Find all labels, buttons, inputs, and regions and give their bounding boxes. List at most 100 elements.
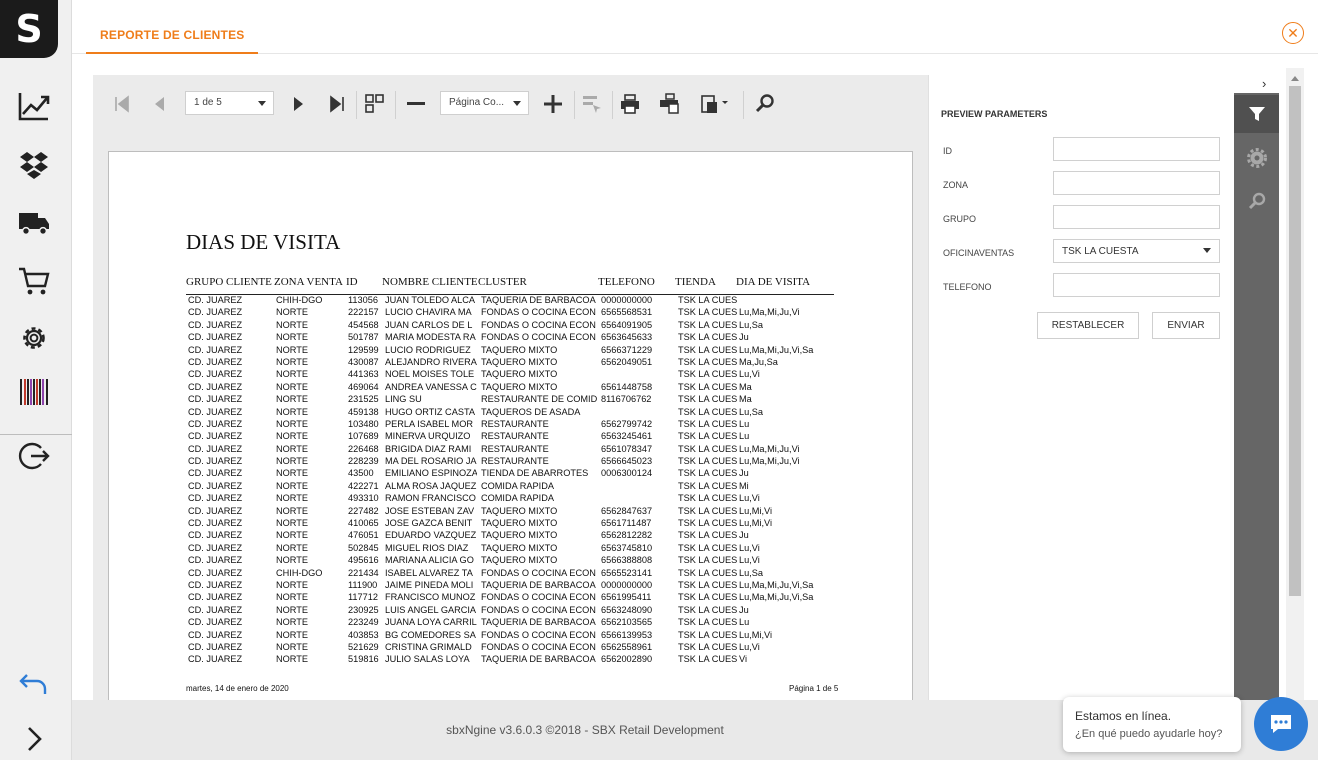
previous-page-button[interactable] [147,91,173,117]
export-button[interactable] [695,91,733,117]
table-cell: CD. JUAREZ [188,530,243,541]
table-cell: NORTE [276,629,308,640]
table-cell: 6561711487 [601,518,652,529]
app-logo[interactable]: S [0,0,58,58]
table-cell: CD. JUAREZ [188,480,243,491]
table-row: CD. JUAREZ NORTE 43500 EMILIANO ESPINOZA TIE… [186,468,846,480]
highlight-editing-button[interactable] [579,91,605,117]
sidebar-item-sales[interactable] [14,263,54,299]
sidebar-item-deliveries[interactable] [14,204,54,240]
table-row: CD. JUAREZ NORTE 227482 JOSE ESTEBAN ZAV TAQ… [186,506,846,518]
scrollbar-thumb[interactable] [1289,86,1301,596]
collapse-panel-button[interactable]: › [1262,76,1266,91]
print-page-button[interactable] [656,91,682,117]
zoom-in-button[interactable] [540,91,566,117]
table-cell: 410065 [348,518,379,529]
table-cell: NORTE [276,369,308,380]
table-row: CD. JUAREZ NORTE 231525 LING SU RESTAURANTE … [186,394,846,406]
table-cell: 6564091905 [601,319,653,330]
column-header: DIA DE VISITA [736,276,811,288]
param-input-zona[interactable] [1053,171,1220,195]
table-cell: TSK LA CUES [678,567,738,578]
scroll-up-arrow[interactable] [1291,72,1299,81]
table-row: CD. JUAREZ NORTE 230925 LUIS ANGEL GARCIA FO… [186,605,846,617]
table-cell: NORTE [276,555,308,566]
table-cell: 6562049051 [601,356,653,367]
table-cell: 6562558961 [601,641,653,652]
table-cell: NORTE [276,319,308,330]
tab-search[interactable] [1234,182,1279,220]
table-cell: 403853 [348,629,379,640]
table-cell: TAQUERO MIXTO [481,542,558,553]
sidebar-item-barcodes[interactable] [14,374,54,410]
print-button[interactable] [617,91,643,117]
page-select[interactable]: 1 de 5 [185,91,274,115]
table-cell: 6563645633 [601,332,653,343]
zoom-select[interactable]: Página Co... [440,91,529,115]
table-cell: COMIDA RAPIDA [481,480,555,491]
chat-icon [1271,715,1291,733]
param-input-telefono[interactable] [1053,273,1220,297]
table-cell: NORTE [276,332,308,343]
undo-button[interactable] [14,665,54,701]
sidebar-item-inventory[interactable] [14,147,54,183]
table-cell: Lu,Sa [739,406,764,417]
first-page-button[interactable] [109,91,135,117]
sidebar-item-analytics[interactable] [14,88,54,124]
table-cell: FONDAS O COCINA ECON [481,319,596,330]
tab-reporte-clientes[interactable]: REPORTE DE CLIENTES [86,18,259,54]
table-cell: Lu,Ma,Mi,Ju,Vi [739,456,800,467]
table-row: CD. JUAREZ NORTE 454568 JUAN CARLOS DE L FON… [186,320,846,332]
table-cell: 6563745810 [601,542,653,553]
table-cell: FRANCISCO MUNOZ [385,592,476,603]
param-label-telefono: TELEFONO [943,282,992,292]
table-cell: TSK LA CUES [678,295,738,305]
report-title: DIAS DE VISITA [186,230,341,254]
last-page-button[interactable] [324,91,350,117]
table-cell: 0000000000 [601,295,653,305]
report-viewer: 1 de 5 Página Co... DIAS DE VISITA GRUPO… [93,75,928,700]
send-button[interactable]: ENVIAR [1152,312,1220,339]
table-cell: 6562799742 [601,418,653,429]
table-cell: CD. JUAREZ [188,555,243,566]
param-select-oficinaventas[interactable]: TSK LA CUESTA [1053,239,1220,263]
table-cell: FONDAS O COCINA ECON [481,332,596,343]
tab-export-options[interactable] [1234,139,1279,177]
zoom-out-button[interactable] [403,91,429,117]
sidebar-item-logout[interactable] [14,438,54,474]
tab-parameters[interactable] [1234,95,1279,133]
close-tab-button[interactable]: ✕ [1282,22,1304,44]
param-input-grupo[interactable] [1053,205,1220,229]
table-cell: 6565568531 [601,307,653,318]
table-cell: 6561448758 [601,381,653,392]
gear-icon [23,327,45,349]
reset-button[interactable]: RESTABLECER [1037,312,1139,339]
expand-sidebar-button[interactable] [14,721,54,757]
chat-button[interactable] [1254,697,1308,751]
table-cell: 6566139953 [601,629,653,640]
table-cell: Lu,Mi,Vi [739,518,773,529]
search-button[interactable] [752,91,778,117]
param-input-id[interactable] [1053,137,1220,161]
multipage-view-button[interactable] [362,91,388,117]
table-cell: TSK LA CUES [678,579,738,590]
table-cell: NORTE [276,443,308,454]
table-cell: RESTAURANTE [481,431,549,442]
table-cell: BG COMEDORES SA [385,629,476,640]
vertical-scrollbar[interactable] [1286,68,1304,700]
table-cell: CD. JUAREZ [188,518,243,529]
table-cell: ALEJANDRO RIVERA [385,356,477,367]
logout-icon [18,442,50,470]
table-cell: TSK LA CUES [678,381,738,392]
chat-bubble[interactable]: Estamos en línea. ¿En qué puedo ayudarle… [1063,697,1241,752]
table-cell: 6562103565 [601,617,653,628]
table-cell: RESTAURANTE DE COMID [481,394,598,405]
table-cell: 107689 [348,431,379,442]
next-page-button[interactable] [285,91,311,117]
table-cell: NORTE [276,307,308,318]
table-cell: Lu,Ma,Mi,Ju,Vi,Sa [739,579,814,590]
table-cell: TAQUERIA DE BARBACOA [481,654,596,665]
sidebar-item-settings[interactable] [14,320,54,356]
plus-icon [544,95,562,113]
table-cell: CHIH-DGO [276,567,323,578]
